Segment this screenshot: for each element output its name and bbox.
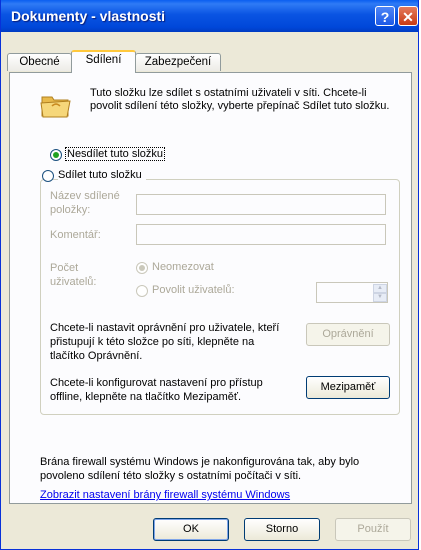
no-share-label[interactable]: Nesdílet tuto složku <box>65 147 165 161</box>
share-name-field[interactable] <box>136 194 386 215</box>
cancel-button[interactable]: Storno <box>244 518 320 541</box>
share-label[interactable]: Sdílet tuto složku <box>58 169 146 181</box>
permissions-button[interactable]: Oprávnění <box>306 323 390 346</box>
spinner-up-icon[interactable]: ▲ <box>373 284 387 293</box>
user-limit-label: Počet uživatelů: <box>50 262 97 288</box>
caching-text: Chcete-li konfigurovat nastavení pro pří… <box>50 377 263 403</box>
allow-users-spinner[interactable]: ▲ ▼ <box>316 282 388 303</box>
title-bar[interactable]: Dokumenty - vlastnosti ? ✕ <box>1 0 418 32</box>
no-share-radio[interactable] <box>50 149 62 161</box>
unlimited-label[interactable]: Neomezovat <box>152 261 214 273</box>
permissions-text: Chcete-li nastavit oprávnění pro uživate… <box>50 322 280 362</box>
tab-security[interactable]: Zabezpečení <box>135 53 221 71</box>
comment-field[interactable] <box>136 224 386 245</box>
firewall-text: Brána firewall systému Windows je nakonf… <box>40 456 360 482</box>
shared-folder-icon <box>40 96 71 118</box>
sharing-panel: Tuto složku lze sdílet s ostatními uživa… <box>9 72 412 504</box>
tab-sharing[interactable]: Sdílení <box>71 50 136 73</box>
share-radio[interactable] <box>42 170 54 182</box>
sharing-intro-text: Tuto složku lze sdílet s ostatními uživa… <box>90 87 390 112</box>
apply-button[interactable]: Použít <box>335 518 411 541</box>
window-title: Dokumenty - vlastnosti <box>11 8 166 24</box>
ok-button[interactable]: OK <box>153 518 229 541</box>
allow-users-radio[interactable] <box>136 285 148 297</box>
comment-label: Komentář: <box>50 229 101 241</box>
allow-users-label[interactable]: Povolit uživatelů: <box>152 284 235 296</box>
close-button[interactable]: ✕ <box>398 6 418 26</box>
tab-general[interactable]: Obecné <box>7 53 72 71</box>
properties-dialog: Dokumenty - vlastnosti ? ✕ Obecné Sdílen… <box>0 0 419 550</box>
share-name-label: Název sdílené položky: <box>50 190 120 216</box>
help-button[interactable]: ? <box>375 6 395 26</box>
unlimited-radio[interactable] <box>136 262 148 274</box>
spinner-down-icon[interactable]: ▼ <box>373 293 387 302</box>
caching-button[interactable]: Mezipaměť <box>306 376 390 399</box>
firewall-settings-link[interactable]: Zobrazit nastavení brány firewall systém… <box>40 489 290 501</box>
